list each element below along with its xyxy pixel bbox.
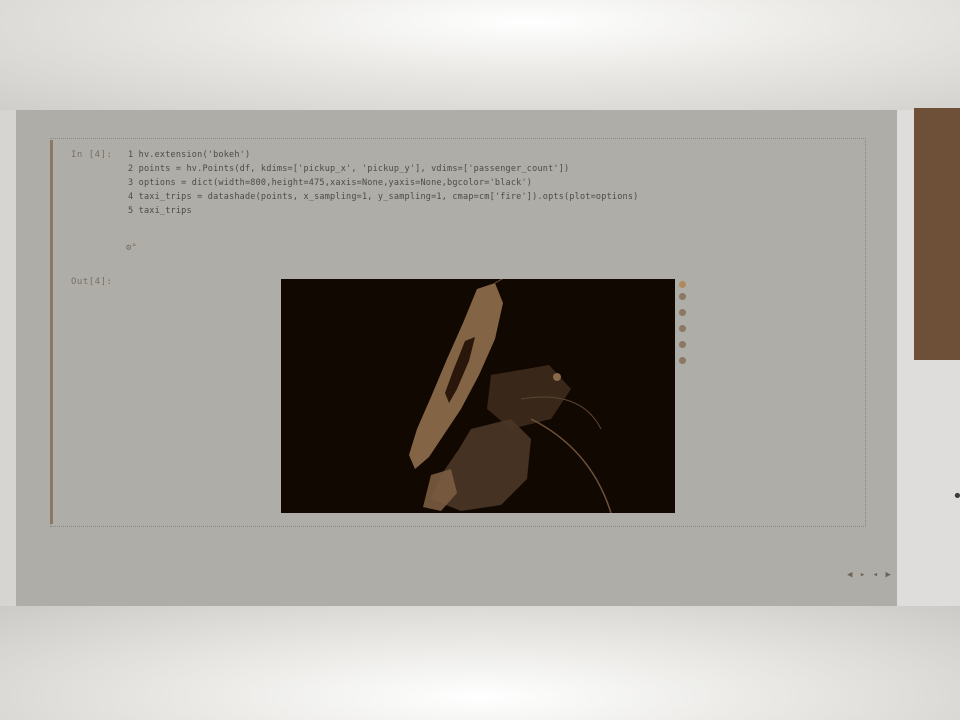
code-line-4[interactable]: 4 taxi_trips = datashade(points, x_sampl… (128, 192, 638, 202)
north-road (494, 279, 504, 284)
reset-icon[interactable] (679, 341, 686, 348)
background-bottom (0, 606, 960, 720)
wheel-zoom-icon[interactable] (679, 309, 686, 316)
box-zoom-icon[interactable] (679, 325, 686, 332)
partial-side-icon: • (952, 486, 960, 507)
background-left (0, 110, 16, 606)
cell-selection-bar (50, 140, 53, 524)
side-panel-accent (914, 108, 960, 360)
pan-tool-icon[interactable] (679, 293, 686, 300)
bokeh-logo-icon[interactable] (679, 281, 686, 288)
slide-navigation[interactable]: ◀ ▸ ◂ ▶ (847, 570, 892, 580)
code-line-2[interactable]: 2 points = hv.Points(df, kdims=['pickup_… (128, 164, 569, 174)
datashader-plot[interactable] (281, 279, 675, 513)
taxi-pickup-map (409, 279, 612, 513)
save-icon[interactable] (679, 357, 686, 364)
bokeh-toolbar (677, 279, 689, 379)
output-prompt: Out[4]: (71, 277, 113, 287)
code-line-3[interactable]: 3 options = dict(width=800,height=475,xa… (128, 178, 532, 188)
kernel-busy-icon: ⚙° (126, 243, 137, 253)
code-line-1[interactable]: 1 hv.extension('bokeh') (128, 150, 250, 160)
code-line-5[interactable]: 5 taxi_trips (128, 206, 192, 216)
laguardia-spot (553, 373, 561, 381)
background-top (0, 0, 960, 110)
road-arc (530, 418, 612, 513)
input-prompt: In [4]: (71, 150, 113, 160)
